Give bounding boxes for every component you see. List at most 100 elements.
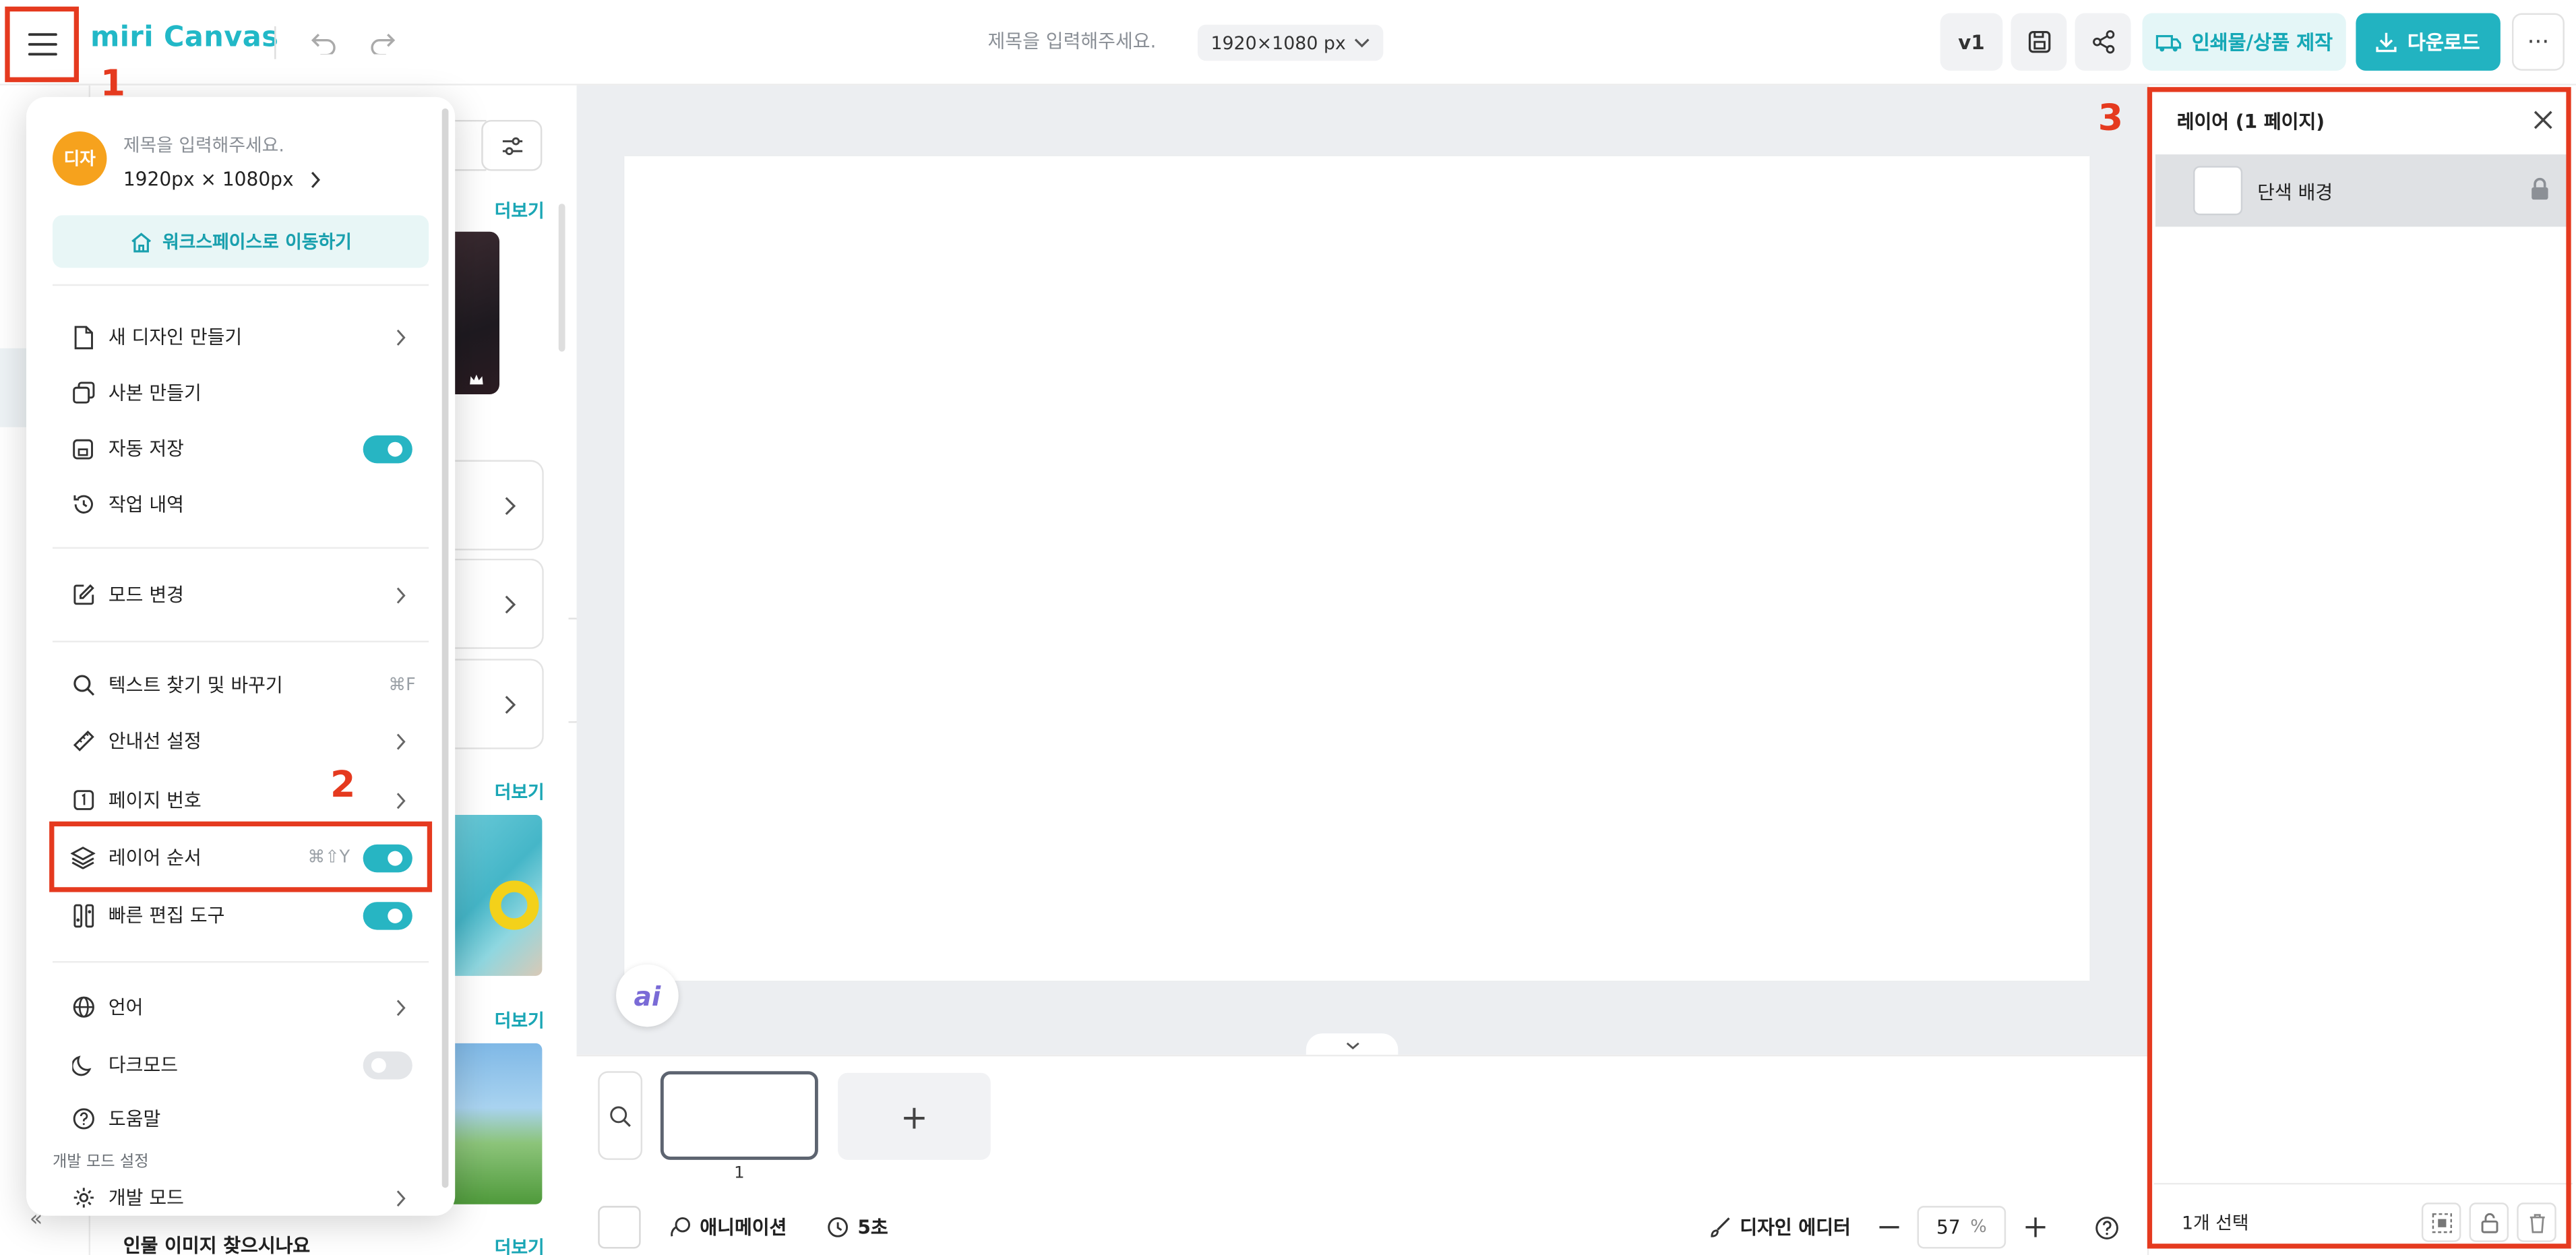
animation-button[interactable]: 애니메이션 xyxy=(669,1214,787,1240)
sliders-icon xyxy=(501,136,522,154)
category-card-2[interactable] xyxy=(452,558,544,649)
more-link-4[interactable]: 더보기 xyxy=(495,1234,545,1255)
menu-document-size[interactable]: 1920px × 1080px xyxy=(123,168,320,191)
menu-item-change-mode[interactable]: 모드 변경 xyxy=(53,570,429,619)
zoom-out-button[interactable] xyxy=(1876,1216,1903,1239)
page-number-label: 1 xyxy=(734,1165,745,1183)
crown-icon xyxy=(470,374,483,385)
file-icon xyxy=(69,323,96,350)
menu-item-label: 텍스트 찾기 및 바꾸기 xyxy=(108,673,283,697)
duration-label: 5초 xyxy=(857,1215,888,1239)
more-link-1[interactable]: 더보기 xyxy=(495,197,545,224)
menu-item-label: 새 디자인 만들기 xyxy=(108,325,243,348)
photo-thumbnail-pool[interactable] xyxy=(453,815,543,976)
canvas-size-select[interactable]: 1920×1080 px xyxy=(1197,24,1384,61)
dev-section-caption: 개발 모드 설정 xyxy=(53,1153,149,1171)
download-label: 다운로드 xyxy=(2407,31,2480,55)
side-panel-scrollbar[interactable] xyxy=(558,204,565,352)
menu-item-new-design[interactable]: 새 디자인 만들기 xyxy=(53,312,429,361)
plus-icon xyxy=(2025,1217,2046,1237)
download-button[interactable]: 다운로드 xyxy=(2356,13,2501,71)
animation-label: 애니메이션 xyxy=(700,1215,787,1239)
menu-item-label: 다크모드 xyxy=(108,1053,179,1076)
chevron-right-icon xyxy=(505,695,516,713)
ruler-icon xyxy=(69,727,96,755)
copy-icon xyxy=(69,379,96,406)
menu-document-title[interactable]: 제목을 입력해주세요. xyxy=(123,131,284,158)
menu-divider xyxy=(53,547,429,549)
chevron-right-icon xyxy=(396,733,406,749)
menu-item-quick-edit[interactable]: 빠른 편집 도구 xyxy=(53,890,429,940)
document-title-input[interactable]: 제목을 입력해주세요. xyxy=(969,28,1175,54)
save-icon xyxy=(2027,30,2050,53)
menu-item-history[interactable]: 작업 내역 xyxy=(53,480,429,529)
go-to-workspace-button[interactable]: 워크스페이스로 이동하기 xyxy=(53,215,429,268)
home-icon xyxy=(131,232,151,252)
find-replace-shortcut: ⌘F xyxy=(388,675,416,696)
more-link-2[interactable]: 더보기 xyxy=(495,778,545,805)
more-options-button[interactable]: ··· xyxy=(2511,13,2565,71)
chevron-right-icon xyxy=(505,594,516,613)
float-ring-shape xyxy=(489,880,539,930)
undo-button[interactable] xyxy=(305,25,342,61)
template-thumbnail-dark[interactable] xyxy=(453,231,499,394)
gear-icon xyxy=(69,1184,96,1211)
menu-item-dev-mode[interactable]: 개발 모드 xyxy=(53,1173,429,1222)
zoom-in-button[interactable] xyxy=(2021,1213,2050,1242)
photo-thumbnail-field[interactable] xyxy=(453,1043,543,1204)
save-button[interactable] xyxy=(2011,13,2067,71)
brush-icon xyxy=(1711,1217,1730,1237)
page-number-icon xyxy=(69,786,96,814)
duration-button[interactable]: 5초 xyxy=(826,1214,888,1240)
add-page-button[interactable]: + xyxy=(838,1072,991,1160)
design-editor-button[interactable]: 디자인 에디터 xyxy=(1709,1214,1851,1240)
dark-mode-toggle[interactable] xyxy=(363,1050,412,1079)
minus-icon xyxy=(1879,1226,1899,1229)
annotation-number-3: 3 xyxy=(2097,98,2124,140)
annotation-number-2: 2 xyxy=(330,765,356,807)
chevron-right-icon xyxy=(311,171,320,187)
menu-scrollbar[interactable] xyxy=(441,108,449,1188)
history-icon xyxy=(69,491,96,518)
annotation-box-1 xyxy=(5,6,79,82)
background-color-swatch[interactable] xyxy=(598,1206,641,1249)
menu-item-label: 작업 내역 xyxy=(108,493,184,516)
globe-icon xyxy=(69,993,96,1020)
more-link-3[interactable]: 더보기 xyxy=(495,1007,545,1033)
share-button[interactable] xyxy=(2075,13,2131,71)
print-product-button[interactable]: 인쇄물/상품 제작 xyxy=(2142,13,2346,71)
menu-item-help[interactable]: 도움말 xyxy=(53,1094,429,1143)
chevron-right-icon xyxy=(396,1189,406,1206)
category-card-1[interactable] xyxy=(452,460,544,551)
auto-save-toggle[interactable] xyxy=(363,434,412,463)
app-root: miri Canvas 제목을 입력해주세요. 1920×1080 px v1 … xyxy=(0,0,2576,1255)
quick-edit-toggle[interactable] xyxy=(363,900,412,929)
ai-assistant-button[interactable]: ai xyxy=(616,964,679,1027)
menu-item-guides[interactable]: 안내선 설정 xyxy=(53,716,429,766)
save-icon xyxy=(69,435,96,462)
chevron-right-icon xyxy=(396,586,406,603)
page-thumbnail-1[interactable] xyxy=(660,1071,818,1160)
download-icon xyxy=(2376,32,2397,53)
filter-button[interactable] xyxy=(481,119,543,171)
zoom-fit-button[interactable] xyxy=(598,1071,643,1160)
pages-toggle-button[interactable] xyxy=(1306,1033,1399,1057)
redo-icon xyxy=(371,33,396,55)
menu-item-page-number[interactable]: 페이지 번호 xyxy=(53,776,429,825)
menu-item-language[interactable]: 언어 xyxy=(53,983,429,1032)
menu-item-auto-save[interactable]: 자동 저장 xyxy=(53,424,429,473)
search-icon xyxy=(69,671,96,699)
toolbar-divider xyxy=(274,26,276,59)
chevron-right-icon xyxy=(396,792,406,809)
menu-item-dark-mode[interactable]: 다크모드 xyxy=(53,1040,429,1089)
category-card-3[interactable] xyxy=(452,659,544,749)
help-button[interactable] xyxy=(2091,1213,2121,1242)
chevron-right-icon xyxy=(505,496,516,514)
menu-item-make-copy[interactable]: 사본 만들기 xyxy=(53,368,429,417)
animation-icon xyxy=(671,1217,690,1237)
zoom-input[interactable]: 57 % xyxy=(1917,1206,2006,1249)
menu-item-find-replace[interactable]: 텍스트 찾기 및 바꾸기 ⌘F xyxy=(53,661,429,710)
version-button[interactable]: v1 xyxy=(1940,13,2003,71)
redo-button[interactable] xyxy=(365,25,401,61)
design-canvas[interactable] xyxy=(624,156,2090,981)
